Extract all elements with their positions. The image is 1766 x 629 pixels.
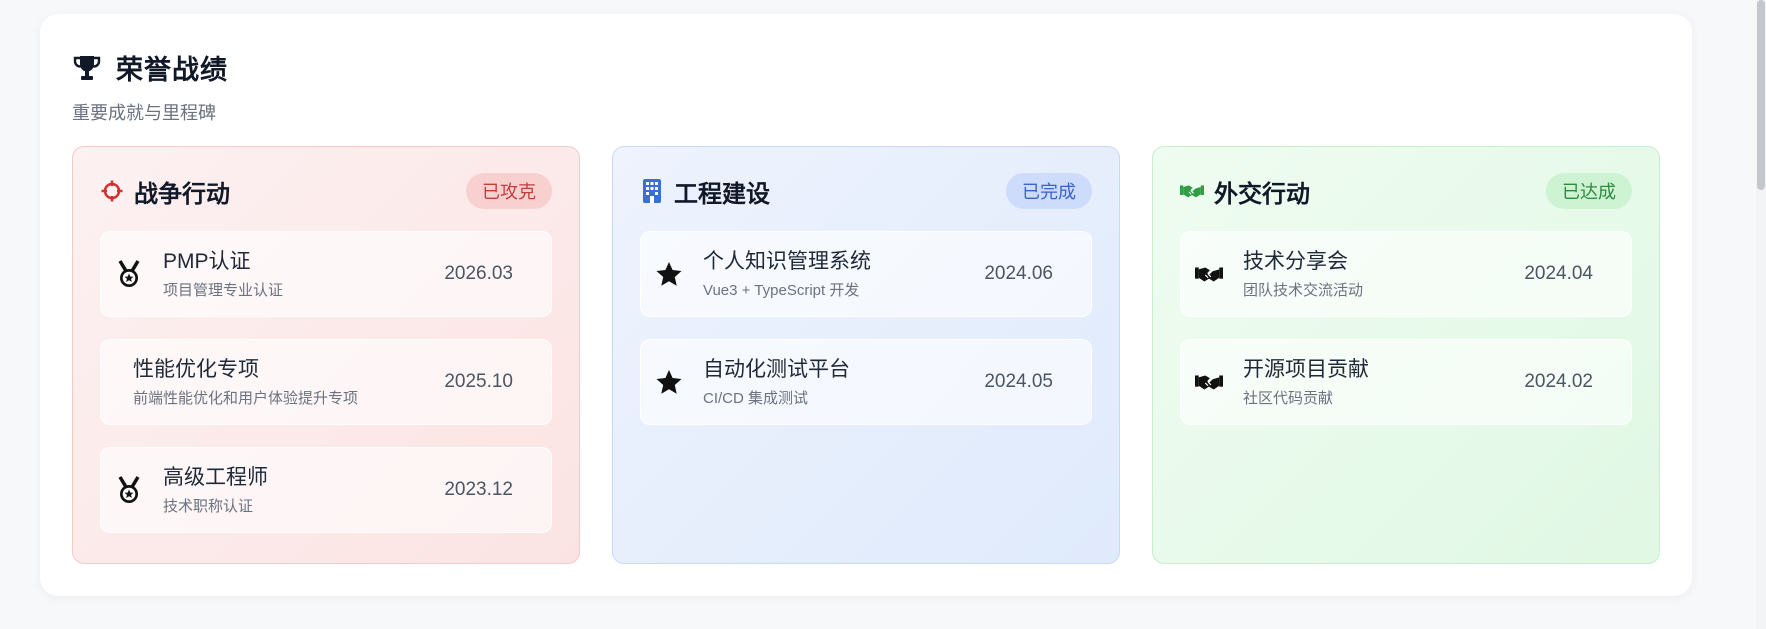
- item-date: 2024.05: [984, 371, 1053, 392]
- item-text: PMP认证 项目管理专业认证: [163, 248, 444, 300]
- card-title-wrap: 外交行动: [1180, 174, 1310, 209]
- star-icon: [655, 368, 683, 396]
- list-item[interactable]: PMP认证 项目管理专业认证 2026.03: [100, 231, 552, 317]
- status-badge: 已达成: [1546, 173, 1632, 209]
- star-icon: [655, 260, 683, 288]
- list-item[interactable]: 高级工程师 技术职称认证 2023.12: [100, 447, 552, 533]
- list-item[interactable]: 自动化测试平台 CI/CD 集成测试 2024.05: [640, 339, 1092, 425]
- item-title: 高级工程师: [163, 466, 268, 489]
- status-badge: 已攻克: [466, 173, 552, 209]
- card-header: 外交行动 已达成: [1180, 173, 1632, 209]
- item-text: 性能优化专项 前端性能优化和用户体验提升专项: [133, 356, 444, 408]
- card-title-wrap: 工程建设: [640, 174, 770, 209]
- card-title: 工程建设: [674, 180, 770, 208]
- medal-icon: [115, 260, 143, 288]
- item-title: 自动化测试平台: [703, 358, 850, 381]
- item-description: 项目管理专业认证: [163, 282, 284, 299]
- item-title: 性能优化专项: [133, 358, 259, 381]
- item-text: 自动化测试平台 CI/CD 集成测试: [703, 356, 984, 408]
- item-title: 开源项目贡献: [1243, 358, 1369, 381]
- item-title: 个人知识管理系统: [703, 250, 871, 273]
- item-date: 2026.03: [444, 263, 513, 284]
- medal-icon: [115, 476, 143, 504]
- building-icon: [640, 179, 664, 203]
- crosshair-icon: [100, 179, 124, 203]
- handshake-icon: [1195, 368, 1223, 396]
- card-header: 工程建设 已完成: [640, 173, 1092, 209]
- category-cards: 战争行动 已攻克 PMP认证 项目管理专业认证 2026.03 性能优化专项 前…: [72, 146, 1660, 564]
- handshake-icon: [1180, 179, 1204, 203]
- trophy-icon: [72, 53, 102, 83]
- card-diplomacy: 外交行动 已达成 技术分享会 团队技术交流活动 2024.04 开源项目贡献 社…: [1152, 146, 1660, 564]
- item-date: 2024.06: [984, 263, 1053, 284]
- item-text: 高级工程师 技术职称认证: [163, 464, 444, 516]
- honors-panel: 荣誉战绩 重要成就与里程碑 战争行动 已攻克 PMP认证 项目管理专业认证 20…: [40, 14, 1692, 596]
- item-text: 技术分享会 团队技术交流活动: [1243, 248, 1524, 300]
- item-title: PMP认证: [163, 250, 251, 273]
- item-description: 团队技术交流活动: [1243, 282, 1364, 299]
- status-badge: 已完成: [1006, 173, 1092, 209]
- item-date: 2023.12: [444, 479, 513, 500]
- list-item[interactable]: 技术分享会 团队技术交流活动 2024.04: [1180, 231, 1632, 317]
- item-text: 开源项目贡献 社区代码贡献: [1243, 356, 1524, 408]
- item-description: 社区代码贡献: [1243, 390, 1334, 407]
- card-war: 战争行动 已攻克 PMP认证 项目管理专业认证 2026.03 性能优化专项 前…: [72, 146, 580, 564]
- card-header: 战争行动 已攻克: [100, 173, 552, 209]
- scrollbar-thumb[interactable]: [1757, 0, 1765, 190]
- card-title: 战争行动: [134, 180, 230, 208]
- page-title: 荣誉战绩: [116, 55, 228, 85]
- page-subtitle: 重要成就与里程碑: [72, 103, 216, 123]
- card-title-wrap: 战争行动: [100, 174, 230, 209]
- item-date: 2025.10: [444, 371, 513, 392]
- title-row: 荣誉战绩: [72, 48, 228, 87]
- item-date: 2024.04: [1524, 263, 1593, 284]
- panel-header: 荣誉战绩 重要成就与里程碑: [72, 48, 228, 125]
- list-item[interactable]: 个人知识管理系统 Vue3 + TypeScript 开发 2024.06: [640, 231, 1092, 317]
- item-description: CI/CD 集成测试: [703, 390, 809, 407]
- handshake-icon: [1195, 260, 1223, 288]
- item-date: 2024.02: [1524, 371, 1593, 392]
- list-item[interactable]: 性能优化专项 前端性能优化和用户体验提升专项 2025.10: [100, 339, 552, 425]
- item-description: 技术职称认证: [163, 498, 254, 515]
- card-engineering: 工程建设 已完成 个人知识管理系统 Vue3 + TypeScript 开发 2…: [612, 146, 1120, 564]
- item-description: 前端性能优化和用户体验提升专项: [133, 390, 359, 407]
- list-item[interactable]: 开源项目贡献 社区代码贡献 2024.02: [1180, 339, 1632, 425]
- item-description: Vue3 + TypeScript 开发: [703, 282, 860, 299]
- item-text: 个人知识管理系统 Vue3 + TypeScript 开发: [703, 248, 984, 300]
- scrollbar-track[interactable]: [1756, 0, 1766, 629]
- item-title: 技术分享会: [1243, 250, 1348, 273]
- card-title: 外交行动: [1214, 180, 1310, 208]
